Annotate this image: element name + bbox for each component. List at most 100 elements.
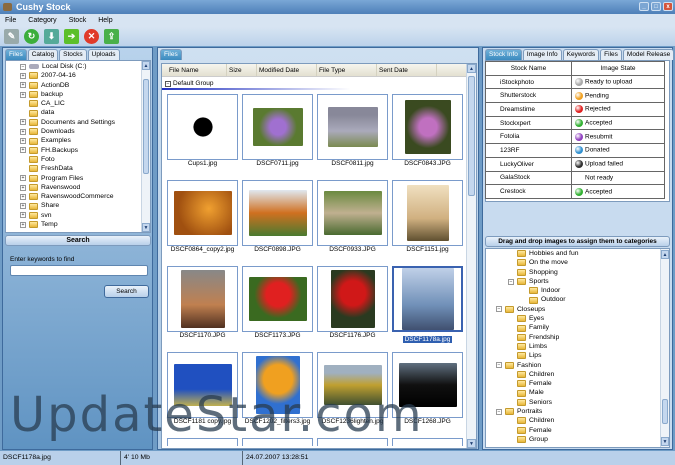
expand-toggle[interactable]: + (20, 221, 26, 228)
column-sent-date[interactable]: Sent Date (377, 64, 437, 76)
stock-row[interactable]: Fotolia Resubmit (485, 129, 665, 145)
tree-item[interactable]: + Documents and Settings (20, 118, 150, 127)
category-item[interactable]: Group (486, 435, 669, 444)
category-item[interactable]: Seniors (486, 398, 669, 407)
category-item[interactable]: Children (486, 416, 669, 425)
collapse-toggle[interactable]: − (496, 362, 502, 369)
tree-item[interactable]: + FH.Backups (20, 146, 150, 155)
stock-row[interactable]: 123RF Donated (485, 143, 665, 158)
tab-image-info[interactable]: Image Info (522, 49, 562, 60)
thumbnail-frame[interactable] (392, 438, 463, 446)
tree-item[interactable]: + backup (20, 90, 150, 99)
search-button[interactable]: Search (104, 285, 149, 298)
thumbnail-frame[interactable] (317, 352, 388, 418)
thumbnail-item[interactable]: Cups1.jpg (167, 94, 238, 167)
tab-model-release[interactable]: Model Release (622, 49, 675, 60)
category-item[interactable]: − Fashion (486, 361, 669, 370)
thumbnail-item[interactable]: DSCF0711.jpg (242, 94, 313, 167)
tab-keywords[interactable]: Keywords (562, 49, 600, 60)
expand-toggle[interactable]: + (20, 203, 26, 210)
tree-item[interactable]: + Ravenswood (20, 183, 150, 192)
thumbnail-item[interactable]: DSCF0933.JPG (317, 180, 388, 253)
tree-item[interactable]: + Share (20, 201, 150, 210)
tab-files[interactable]: Files (160, 49, 182, 60)
tree-item[interactable]: Foto (20, 155, 150, 164)
category-item[interactable]: Shopping (486, 268, 669, 277)
stock-row[interactable]: Stockxpert Accepted (485, 115, 665, 131)
collapse-toggle[interactable]: − (508, 278, 514, 285)
tab-catalog[interactable]: Catalog (27, 49, 59, 60)
tab-uploads[interactable]: Uploads (87, 49, 120, 60)
thumbnail-item[interactable] (317, 438, 388, 446)
expand-toggle[interactable]: + (20, 193, 26, 200)
expand-toggle[interactable]: + (20, 72, 26, 79)
category-item[interactable]: Female (486, 379, 669, 388)
category-item[interactable]: On the move (486, 258, 669, 267)
expand-toggle[interactable]: + (20, 128, 26, 135)
upload-icon[interactable]: ⇪ (104, 29, 119, 44)
group-header[interactable]: − Default Group (162, 77, 476, 90)
column-modified-date[interactable]: Modified Date (257, 64, 317, 76)
tree-item[interactable]: data (20, 108, 150, 117)
tab-stocks[interactable]: Stocks (59, 49, 87, 60)
thumbnail-item[interactable]: DSCF0898.JPG (242, 180, 313, 253)
category-item[interactable]: − Portraits (486, 407, 669, 416)
tree-item[interactable]: + Program Files (20, 174, 150, 183)
thumbnail-item[interactable] (242, 438, 313, 446)
thumbnail-frame[interactable] (167, 266, 238, 332)
tree-root-label[interactable]: Local Disk (C:) (42, 62, 87, 71)
thumbnail-frame[interactable] (167, 352, 238, 418)
thumbnail-frame[interactable] (317, 180, 388, 246)
column-file-name[interactable]: File Name (167, 64, 227, 76)
expand-toggle[interactable]: + (20, 119, 26, 126)
collapse-toggle[interactable]: − (496, 306, 502, 313)
thumbnail-item[interactable]: DSCF1173.JPG (242, 266, 313, 339)
thumbnail-frame[interactable] (392, 94, 463, 160)
thumbnail-item[interactable]: DSCF1178a.jpg (392, 266, 463, 343)
thumbnail-item[interactable]: DSCF1268.JPG (392, 352, 463, 425)
tree-item[interactable]: + Temp (20, 220, 150, 229)
thumbnail-item[interactable]: DSCF0843.JPG (392, 94, 463, 167)
thumbnail-frame[interactable] (242, 180, 313, 246)
tree-item[interactable]: CA_LIC (20, 99, 150, 108)
tree-item[interactable]: + Downloads (20, 127, 150, 136)
category-item[interactable]: − Sports (486, 277, 669, 286)
thumbnail-frame[interactable] (242, 352, 313, 418)
category-item[interactable]: Limbs (486, 342, 669, 351)
stock-row[interactable]: Dreamstime Rejected (485, 102, 665, 117)
collapse-toggle[interactable]: − (496, 408, 502, 415)
thumbnail-frame[interactable] (167, 94, 238, 160)
tab-files[interactable]: Files (5, 49, 27, 60)
tree-item[interactable]: + ActionDB (20, 81, 150, 90)
column-size[interactable]: Size (227, 64, 257, 76)
refresh-icon[interactable]: ↻ (24, 29, 39, 44)
category-item[interactable]: Indoor (486, 286, 669, 295)
stock-row[interactable]: iStockphoto Ready to upload (485, 74, 665, 90)
category-item[interactable]: Family (486, 323, 669, 332)
category-item[interactable]: Outdoor (486, 295, 669, 304)
category-item[interactable]: Frendship (486, 333, 669, 342)
thumbnail-item[interactable]: DSCF1202_filters3.jpg (242, 352, 313, 425)
category-item[interactable]: Children (486, 370, 669, 379)
category-item[interactable]: − Closeups (486, 305, 669, 314)
category-item[interactable]: Hobbies and fun (486, 249, 669, 258)
wrench-icon[interactable]: ✎ (4, 29, 19, 44)
menu-category[interactable]: Category (28, 17, 56, 24)
menu-help[interactable]: Help (98, 17, 112, 24)
maximize-button[interactable]: □ (651, 2, 661, 11)
folder-tree-scrollbar[interactable]: ▲ ▼ (141, 61, 150, 232)
expand-toggle[interactable]: + (20, 175, 26, 182)
thumbnail-item[interactable]: DSCF0811.jpg (317, 94, 388, 167)
thumbnail-item[interactable]: DSCF1236lighten.jpg (317, 352, 388, 425)
column-file-type[interactable]: File Type (317, 64, 377, 76)
thumbnail-frame[interactable] (392, 352, 463, 418)
thumbnail-item[interactable]: DSCF1176.JPG (317, 266, 388, 339)
tree-item[interactable]: + RavenswoodCommerce (20, 192, 150, 201)
tab-stock-info[interactable]: Stock Info (485, 49, 522, 60)
thumbnail-item[interactable]: DSCF0864_copy2.jpg (167, 180, 238, 253)
download-icon[interactable]: ⬇ (44, 29, 59, 44)
stock-row[interactable]: GalaStock Not ready (485, 170, 665, 186)
thumbnail-item[interactable] (167, 438, 238, 446)
expand-toggle[interactable]: + (20, 212, 26, 219)
category-item[interactable]: Male (486, 388, 669, 397)
